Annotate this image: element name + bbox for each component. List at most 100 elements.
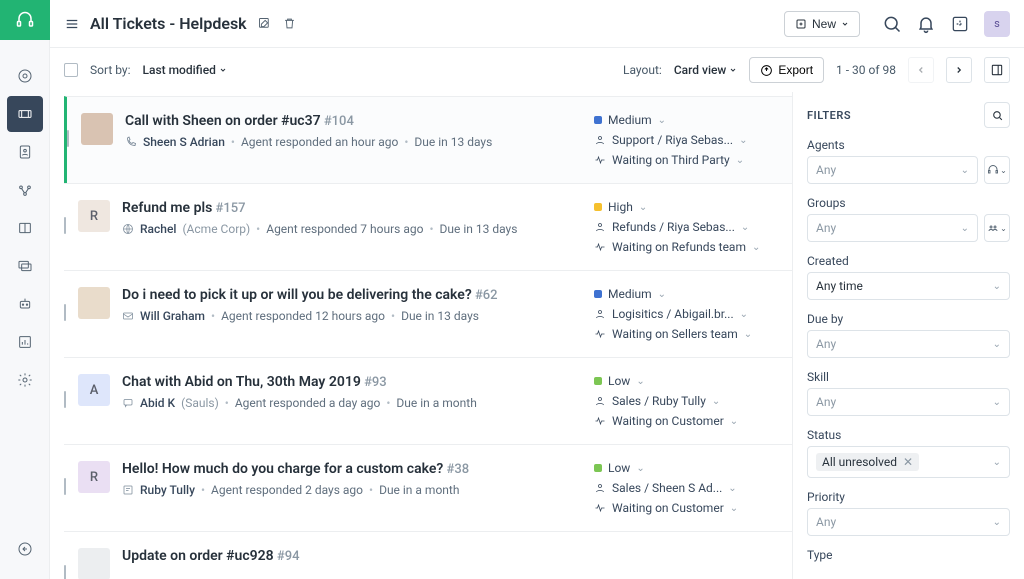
priority-dropdown[interactable]: Low⌄: [594, 461, 784, 475]
ticket-activity: Agent responded 2 days ago: [211, 483, 363, 497]
ticket-company: (Sauls): [181, 396, 219, 410]
nav-contacts[interactable]: [7, 134, 43, 170]
status-dropdown[interactable]: Waiting on Third Party⌄: [594, 153, 784, 167]
sparkle-icon[interactable]: [950, 14, 970, 34]
filter-agents-me-button[interactable]: ⌄: [984, 156, 1010, 184]
filter-agents-select[interactable]: Any⌄: [807, 156, 978, 184]
agent-dropdown[interactable]: Sales / Ruby Tully⌄: [594, 394, 784, 408]
page-prev-button[interactable]: [908, 57, 934, 83]
layout-dropdown[interactable]: Card view: [674, 63, 738, 77]
select-all-checkbox[interactable]: [64, 63, 78, 77]
ticket-checkbox[interactable]: [64, 391, 66, 408]
filter-search-button[interactable]: [984, 102, 1010, 128]
ticket-requester: Ruby Tully: [140, 483, 195, 497]
ticket-checkbox[interactable]: [64, 217, 66, 234]
filter-panel-toggle-button[interactable]: [984, 57, 1010, 83]
brand-logo[interactable]: [0, 0, 50, 40]
ticket-id: #62: [475, 288, 498, 303]
hamburger-icon[interactable]: [64, 17, 80, 31]
filter-type-label: Type: [807, 548, 1010, 562]
filter-groups-mine-button[interactable]: ⌄: [984, 214, 1010, 242]
ticket-due: Due in 13 days: [440, 222, 518, 236]
filter-priority-select[interactable]: Any⌄: [807, 508, 1010, 536]
ticket-card[interactable]: Call with Sheen on order #uc37 #104Sheen…: [64, 96, 792, 183]
new-button[interactable]: New: [784, 11, 860, 37]
filter-agents-label: Agents: [807, 138, 1010, 152]
chevron-down-icon: ⌄: [728, 483, 736, 494]
nav-settings[interactable]: [7, 362, 43, 398]
ticket-checkbox[interactable]: [67, 130, 69, 147]
priority-dot-icon: [594, 464, 602, 472]
ticket-card[interactable]: Do i need to pick it up or will you be d…: [64, 270, 792, 357]
ticket-title: Hello! How much do you charge for a cust…: [122, 461, 443, 477]
ticket-checkbox[interactable]: [64, 478, 66, 495]
activity-icon: [594, 241, 606, 253]
priority-dot-icon: [594, 116, 602, 124]
priority-dropdown[interactable]: Medium⌄: [594, 287, 784, 301]
ticket-due: Due in a month: [379, 483, 459, 497]
user-icon: [594, 221, 606, 233]
status-dropdown[interactable]: Waiting on Sellers team⌄: [594, 327, 784, 341]
user-icon: [594, 308, 606, 320]
phone-icon: [125, 136, 137, 148]
ticket-card[interactable]: RRefund me pls #157Rachel(Acme Corp)•Age…: [64, 183, 792, 270]
status-dropdown[interactable]: Waiting on Refunds team⌄: [594, 240, 784, 254]
filter-dueby-label: Due by: [807, 312, 1010, 326]
priority-dropdown[interactable]: Low⌄: [594, 374, 784, 388]
ticket-id: #94: [277, 549, 300, 564]
nav-forums[interactable]: [7, 248, 43, 284]
requester-avatar: [78, 287, 110, 319]
agent-dropdown[interactable]: Logisitics / Abigail.br...⌄: [594, 307, 784, 321]
delete-icon[interactable]: [282, 16, 297, 31]
ticket-requester: Will Graham: [140, 309, 205, 323]
email-icon: [122, 310, 134, 322]
ticket-checkbox[interactable]: [64, 565, 66, 579]
nav-bots[interactable]: [7, 286, 43, 322]
chevron-down-icon: ⌄: [636, 376, 644, 387]
search-icon[interactable]: [882, 14, 902, 34]
priority-dropdown[interactable]: High⌄: [594, 200, 784, 214]
edit-icon[interactable]: [257, 16, 272, 31]
export-button[interactable]: Export: [749, 57, 824, 83]
nav-dashboard[interactable]: [7, 58, 43, 94]
filter-skill-select[interactable]: Any⌄: [807, 388, 1010, 416]
ticket-due: Due in 13 days: [401, 309, 479, 323]
sort-dropdown[interactable]: Last modified: [143, 63, 227, 77]
status-dropdown[interactable]: Waiting on Customer⌄: [594, 414, 784, 428]
nav-reports[interactable]: [7, 324, 43, 360]
priority-dot-icon: [594, 203, 602, 211]
ticket-card[interactable]: Update on order #uc928 #94: [64, 531, 792, 579]
filter-priority-label: Priority: [807, 490, 1010, 504]
nav-tickets[interactable]: [7, 96, 43, 132]
filter-created-select[interactable]: Any time⌄: [807, 272, 1010, 300]
nav-solutions[interactable]: [7, 210, 43, 246]
ticket-card[interactable]: AChat with Abid on Thu, 30th May 2019 #9…: [64, 357, 792, 444]
user-icon: [594, 482, 606, 494]
chevron-down-icon: ⌄: [712, 396, 720, 407]
ticket-checkbox[interactable]: [64, 304, 66, 321]
ticket-title: Do i need to pick it up or will you be d…: [122, 287, 472, 303]
page-next-button[interactable]: [946, 57, 972, 83]
chevron-down-icon: ⌄: [744, 329, 752, 340]
user-avatar[interactable]: s: [984, 11, 1010, 37]
filter-dueby-select[interactable]: Any⌄: [807, 330, 1010, 358]
requester-avatar: [81, 113, 113, 145]
requester-avatar: R: [78, 200, 110, 232]
agent-dropdown[interactable]: Sales / Sheen S Ad...⌄: [594, 481, 784, 495]
nav-social[interactable]: [7, 172, 43, 208]
filter-status-select[interactable]: All unresolved✕ ⌄: [807, 446, 1010, 478]
ticket-activity: Agent responded a day ago: [235, 396, 381, 410]
bell-icon[interactable]: [916, 14, 936, 34]
ticket-title: Chat with Abid on Thu, 30th May 2019: [122, 374, 361, 390]
agent-dropdown[interactable]: Refunds / Riya Sebas...⌄: [594, 220, 784, 234]
filters-panel: FILTERS Agents Any⌄ ⌄ Groups Any⌄ ⌄: [792, 92, 1024, 579]
agent-dropdown[interactable]: Support / Riya Sebas...⌄: [594, 133, 784, 147]
ticket-card[interactable]: RHello! How much do you charge for a cus…: [64, 444, 792, 531]
filter-groups-select[interactable]: Any⌄: [807, 214, 978, 242]
status-chip-remove[interactable]: ✕: [903, 455, 913, 469]
ticket-activity: Agent responded 7 hours ago: [266, 222, 423, 236]
priority-dropdown[interactable]: Medium⌄: [594, 113, 784, 127]
status-dropdown[interactable]: Waiting on Customer⌄: [594, 501, 784, 515]
nav-collapse[interactable]: [7, 531, 43, 567]
chevron-down-icon: ⌄: [658, 115, 666, 126]
